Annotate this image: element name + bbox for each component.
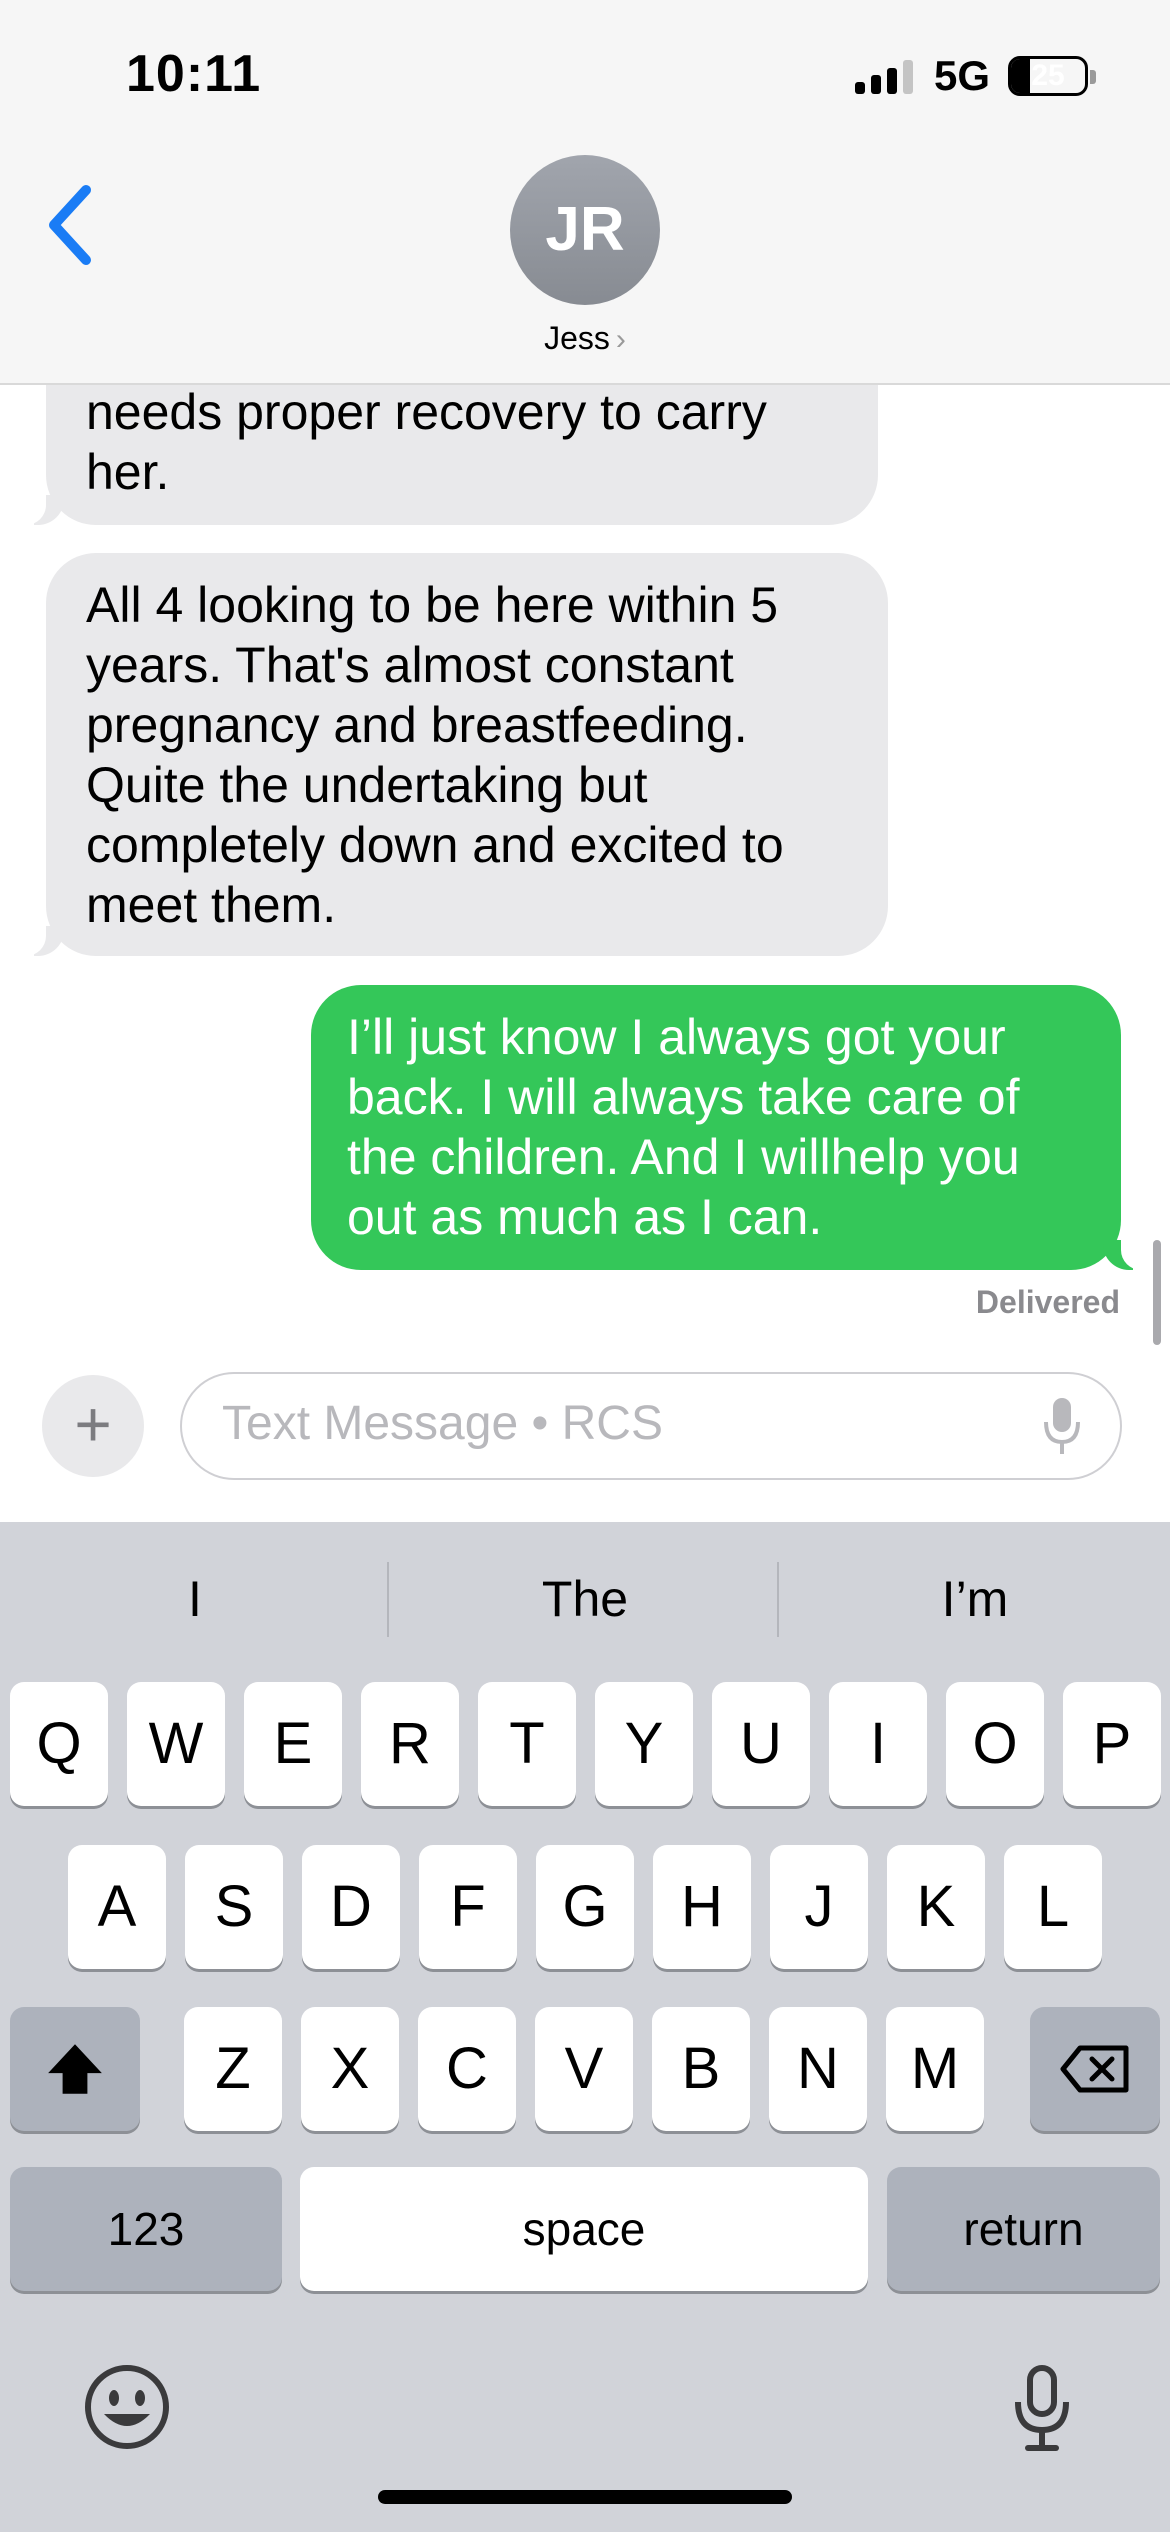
home-indicator[interactable]	[378, 2490, 792, 2504]
key-q[interactable]: Q	[10, 1682, 108, 1806]
key-f[interactable]: F	[419, 1845, 517, 1969]
key-m[interactable]: M	[886, 2007, 984, 2131]
key-e[interactable]: E	[244, 1682, 342, 1806]
network-label: 5G	[934, 52, 991, 99]
key-n[interactable]: N	[769, 2007, 867, 2131]
avatar[interactable]: JR	[510, 155, 660, 305]
suggestion-divider	[387, 1562, 389, 1637]
key-d[interactable]: D	[302, 1845, 400, 1969]
delivered-status: Delivered	[975, 1284, 1120, 1320]
suggestion-3[interactable]: I’m	[780, 1570, 1170, 1628]
chevron-right-icon: ›	[615, 323, 626, 356]
key-c[interactable]: C	[418, 2007, 516, 2131]
microphone-icon[interactable]	[1042, 1396, 1082, 1458]
contact-name-button[interactable]: Jess ›	[0, 320, 1170, 357]
key-g[interactable]: G	[536, 1845, 634, 1969]
key-l[interactable]: L	[1004, 1845, 1102, 1969]
signal-icon	[855, 60, 915, 94]
key-x[interactable]: X	[301, 2007, 399, 2131]
scrollbar[interactable]	[1153, 1240, 1161, 1345]
dictation-icon[interactable]	[1012, 2364, 1072, 2454]
key-k[interactable]: K	[887, 1845, 985, 1969]
battery-icon: 25	[1008, 56, 1088, 96]
battery-cap	[1090, 70, 1096, 84]
key-o[interactable]: O	[946, 1682, 1044, 1806]
key-v[interactable]: V	[535, 2007, 633, 2131]
key-a[interactable]: A	[68, 1845, 166, 1969]
key-u[interactable]: U	[712, 1682, 810, 1806]
key-i[interactable]: I	[829, 1682, 927, 1806]
suggestion-divider	[777, 1562, 779, 1637]
suggestion-1[interactable]: I	[0, 1570, 390, 1628]
message-bubble-outgoing[interactable]: I’ll just know I always got your back. I…	[311, 985, 1151, 1270]
key-j[interactable]: J	[770, 1845, 868, 1969]
numbers-key[interactable]: 123	[10, 2167, 282, 2291]
backspace-key[interactable]	[1030, 2007, 1160, 2131]
shift-key[interactable]	[10, 2007, 140, 2131]
message-text: needs proper recovery to carry her.	[86, 384, 767, 500]
message-bubble-incoming[interactable]: All 4 looking to be here within 5 years.…	[16, 553, 888, 956]
key-p[interactable]: P	[1063, 1682, 1161, 1806]
contact-name: Jess	[544, 320, 610, 356]
key-b[interactable]: B	[652, 2007, 750, 2131]
battery-percent: 25	[1031, 59, 1065, 92]
message-text: All 4 looking to be here within 5 years.…	[86, 577, 784, 933]
suggestion-2[interactable]: The	[390, 1570, 780, 1628]
space-key[interactable]: space	[300, 2167, 868, 2291]
key-y[interactable]: Y	[595, 1682, 693, 1806]
keyboard: I The I’m QWERTYUIOP ASDFGHJKL ZXCVBNM 1…	[0, 1522, 1170, 2532]
chevron-left-icon[interactable]	[40, 180, 100, 270]
emoji-icon[interactable]	[82, 2362, 172, 2452]
key-h[interactable]: H	[653, 1845, 751, 1969]
message-input[interactable]: Text Message • RCS	[180, 1372, 1122, 1480]
key-z[interactable]: Z	[184, 2007, 282, 2131]
message-input-placeholder: Text Message • RCS	[222, 1397, 663, 1450]
message-text: I’ll just know I always got your back. I…	[347, 1009, 1020, 1245]
return-key[interactable]: return	[887, 2167, 1160, 2291]
key-s[interactable]: S	[185, 1845, 283, 1969]
key-t[interactable]: T	[478, 1682, 576, 1806]
key-r[interactable]: R	[361, 1682, 459, 1806]
key-w[interactable]: W	[127, 1682, 225, 1806]
status-time: 10:11	[126, 45, 262, 103]
add-attachment-button[interactable]: +	[42, 1375, 144, 1477]
conversation-header: 10:11 5G 25 JR Jess ›	[0, 0, 1170, 385]
